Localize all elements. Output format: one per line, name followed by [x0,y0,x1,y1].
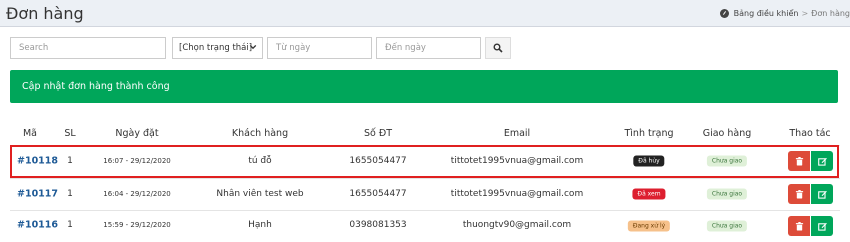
delete-button[interactable] [788,184,810,204]
column-header-actions: Thao tác [789,128,831,139]
edit-icon [817,157,827,166]
column-header-id: Mã [22,128,38,139]
customer-email: thuongtv90@gmail.com [462,220,572,230]
order-date: 15:59 - 29/12/2020 [103,221,171,229]
header-divider [10,145,840,146]
customer-phone: 1655054477 [349,156,407,166]
success-alert: Cập nhật đơn hàng thành công [10,70,838,103]
delete-button[interactable] [788,216,810,236]
shipping-badge: Chưa giao [706,220,748,232]
trash-icon [795,189,803,199]
search-icon [493,43,503,53]
edit-button[interactable] [811,184,833,204]
column-header-qty: SL [64,128,76,139]
dashboard-icon [719,9,729,18]
customer-email: tittotet1995vnua@gmail.com [450,156,584,166]
edit-icon [817,222,827,231]
status-select-value: [Chọn trạng thái] [179,43,253,53]
status-badge: Đã hủy [633,155,665,167]
breadcrumb-item-orders: Đơn hàng [811,9,850,18]
search-button[interactable] [485,37,511,59]
row-divider [10,210,840,211]
to-date-input[interactable]: Đến ngày [376,37,481,59]
customer-name: Nhân viên test web [216,189,304,199]
column-header-phone: Số ĐT [363,128,393,139]
customer-phone: 0398081353 [349,220,407,230]
order-qty: 1 [67,156,73,166]
order-date: 16:07 - 29/12/2020 [103,157,171,165]
filter-bar: Search [Chọn trạng thái] Từ ngày Đến ngà… [0,37,850,59]
edit-button[interactable] [811,151,833,171]
column-header-email: Email [503,128,531,139]
customer-name: tú đỗ [248,156,272,166]
column-header-status: Tình trạng [624,128,674,139]
search-input[interactable]: Search [10,37,166,59]
edit-button[interactable] [811,216,833,236]
chevron-down-icon [249,44,257,50]
shipping-badge: Chưa giao [706,155,748,167]
shipping-badge: Chưa giao [706,188,748,200]
customer-email: tittotet1995vnua@gmail.com [450,189,584,199]
order-qty: 1 [67,189,73,199]
customer-phone: 1655054477 [349,189,407,199]
trash-icon [795,156,803,166]
order-qty: 1 [67,220,73,230]
page-title: Đơn hàng [6,4,84,23]
column-header-shipping: Giao hàng [702,128,752,139]
order-date: 16:04 - 29/12/2020 [103,190,171,198]
status-badge: Đang xử lý [627,220,671,232]
customer-name: Hạnh [248,220,272,230]
status-select[interactable]: [Chọn trạng thái] [172,37,263,59]
status-badge: Đã xem [632,188,666,200]
breadcrumb: Bảng điều khiển > Đơn hàng [719,9,850,18]
order-id-link[interactable]: #10117 [17,189,58,200]
column-header-customer: Khách hàng [231,128,289,139]
column-header-date: Ngày đặt [115,128,159,139]
breadcrumb-item-dashboard[interactable]: Bảng điều khiển [734,9,799,18]
delete-button[interactable] [788,151,810,171]
from-date-input[interactable]: Từ ngày [267,37,372,59]
order-id-link[interactable]: #10118 [17,156,58,167]
edit-icon [817,190,827,199]
trash-icon [795,221,803,231]
row-divider [10,178,840,179]
order-id-link[interactable]: #10116 [17,220,58,231]
breadcrumb-separator: > [801,9,809,18]
